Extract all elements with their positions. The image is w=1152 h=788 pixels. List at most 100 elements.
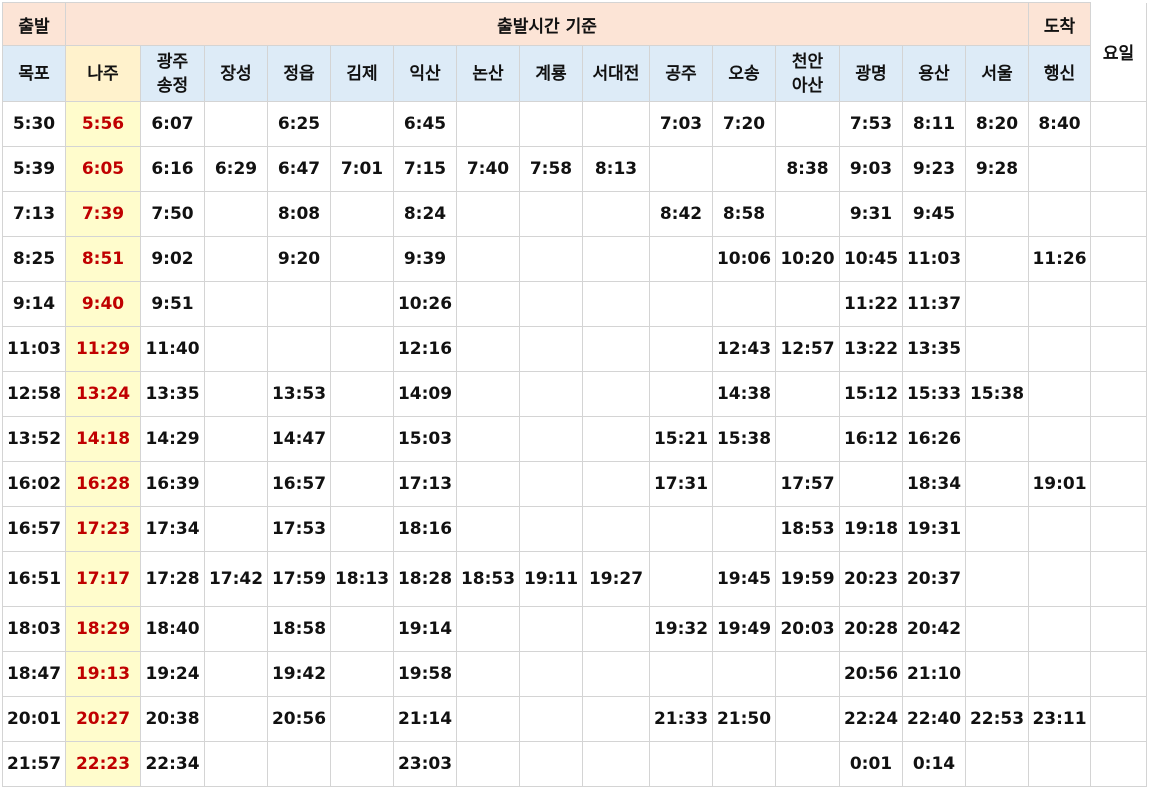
- time-cell: 21:10: [902, 651, 966, 697]
- naju-time-cell: 6:05: [65, 146, 141, 192]
- naju-time-cell: 16:28: [65, 461, 141, 507]
- day-cell: [1090, 416, 1147, 462]
- time-cell: 5:30: [2, 101, 66, 147]
- basis-header: 출발시간 기준: [65, 2, 1029, 46]
- station-name-line1: 용산: [918, 63, 950, 84]
- time-cell: 9:14: [2, 281, 66, 327]
- time-cell: [649, 326, 713, 372]
- time-cell: 16:51: [2, 551, 66, 607]
- time-cell: [1028, 551, 1091, 607]
- time-cell: [1028, 371, 1091, 417]
- time-cell: [204, 326, 268, 372]
- table-row: 9:14 9:40 9:51 10:26 11:22 11:37: [2, 281, 1147, 327]
- day-cell: [1090, 371, 1147, 417]
- time-cell: [582, 191, 650, 237]
- time-cell: 13:52: [2, 416, 66, 462]
- time-cell: [456, 506, 520, 552]
- time-cell: 22:34: [140, 741, 205, 787]
- time-cell: [204, 696, 268, 742]
- time-cell: 12:58: [2, 371, 66, 417]
- time-cell: 22:53: [965, 696, 1029, 742]
- arrive-header: 도착: [1028, 2, 1091, 46]
- table-row: 8:25 8:51 9:02 9:20 9:39 10:06 10:20 10:45 11:03…: [2, 236, 1147, 282]
- time-cell: [330, 371, 394, 417]
- time-cell: 18:03: [2, 606, 66, 652]
- time-cell: 11:37: [902, 281, 966, 327]
- time-cell: 11:22: [839, 281, 903, 327]
- time-cell: [330, 236, 394, 282]
- station-name-line1: 행신: [1043, 63, 1076, 84]
- naju-time-cell: 22:23: [65, 741, 141, 787]
- time-cell: [582, 416, 650, 462]
- time-cell: 17:57: [775, 461, 840, 507]
- naju-time-cell: 18:29: [65, 606, 141, 652]
- day-cell: [1090, 101, 1147, 147]
- time-cell: [456, 281, 520, 327]
- time-cell: [1028, 741, 1091, 787]
- station-header: 나주: [65, 45, 141, 102]
- time-cell: 7:15: [393, 146, 457, 192]
- timetable: 출발 출발시간 기준 도착 요일 목포 나주 광주 송정 장성 정읍 김제 익산 논산 계룡 서대전…: [2, 2, 1147, 787]
- time-cell: [204, 506, 268, 552]
- time-cell: 13:35: [902, 326, 966, 372]
- time-cell: 18:58: [267, 606, 331, 652]
- time-cell: [1028, 326, 1091, 372]
- station-header: 서대전: [582, 45, 650, 102]
- time-cell: [649, 371, 713, 417]
- time-cell: [204, 651, 268, 697]
- time-cell: 15:38: [712, 416, 776, 462]
- station-name-line1: 천안: [791, 51, 824, 72]
- time-cell: 9:45: [902, 191, 966, 237]
- station-name-line1: 광주: [156, 51, 189, 72]
- time-cell: [712, 741, 776, 787]
- time-cell: 9:03: [839, 146, 903, 192]
- time-cell: 17:31: [649, 461, 713, 507]
- time-cell: [519, 416, 583, 462]
- time-cell: [519, 101, 583, 147]
- time-cell: 7:13: [2, 191, 66, 237]
- time-cell: [204, 281, 268, 327]
- time-cell: 9:20: [267, 236, 331, 282]
- time-cell: 15:38: [965, 371, 1029, 417]
- station-name-line1: 오송: [728, 63, 760, 84]
- time-cell: 20:01: [2, 696, 66, 742]
- table-row: 11:03 11:29 11:40 12:16 12:43 12:57 13:22 13:35: [2, 326, 1147, 372]
- time-cell: [519, 461, 583, 507]
- time-cell: 23:11: [1028, 696, 1091, 742]
- time-cell: 12:16: [393, 326, 457, 372]
- time-cell: [330, 416, 394, 462]
- time-cell: 8:13: [582, 146, 650, 192]
- time-cell: 21:57: [2, 741, 66, 787]
- day-header: 요일: [1090, 2, 1147, 102]
- time-cell: [649, 551, 713, 607]
- time-cell: [519, 741, 583, 787]
- time-cell: 19:27: [582, 551, 650, 607]
- time-cell: 20:42: [902, 606, 966, 652]
- time-cell: 6:47: [267, 146, 331, 192]
- time-cell: [204, 741, 268, 787]
- naju-time-cell: 11:29: [65, 326, 141, 372]
- time-cell: [775, 696, 840, 742]
- time-cell: [775, 191, 840, 237]
- time-cell: 20:56: [267, 696, 331, 742]
- time-cell: [456, 416, 520, 462]
- time-cell: 6:25: [267, 101, 331, 147]
- time-cell: 8:38: [775, 146, 840, 192]
- time-cell: [775, 741, 840, 787]
- day-cell: [1090, 651, 1147, 697]
- time-cell: [582, 506, 650, 552]
- time-cell: [582, 371, 650, 417]
- time-cell: [456, 606, 520, 652]
- station-header: 광명: [839, 45, 903, 102]
- table-row: 16:57 17:23 17:34 17:53 18:16 18:53 19:18 19:31: [2, 506, 1147, 552]
- naju-time-cell: 13:24: [65, 371, 141, 417]
- time-cell: [965, 461, 1029, 507]
- time-cell: [649, 651, 713, 697]
- day-cell: [1090, 326, 1147, 372]
- time-cell: 19:32: [649, 606, 713, 652]
- time-cell: 6:16: [140, 146, 205, 192]
- time-cell: [519, 696, 583, 742]
- time-cell: 19:24: [140, 651, 205, 697]
- time-cell: [456, 651, 520, 697]
- time-cell: [965, 741, 1029, 787]
